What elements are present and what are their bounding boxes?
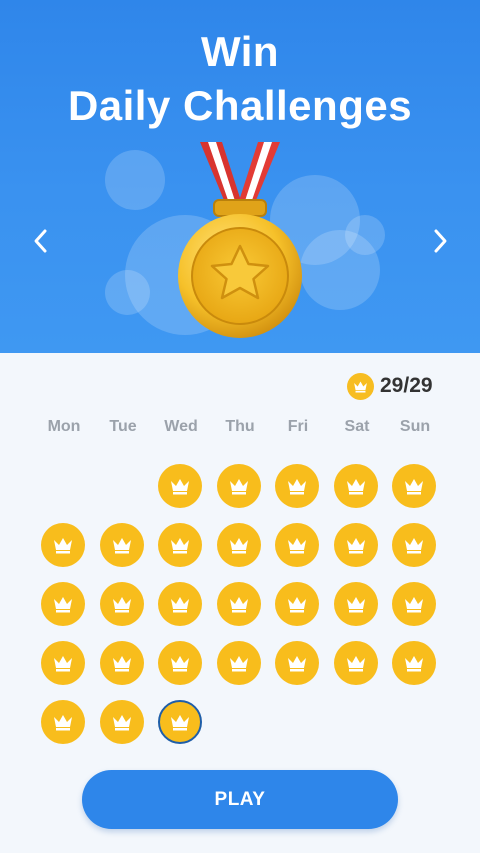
weekday-sun: Sun [399,418,431,435]
calendar-day-coin[interactable] [334,641,378,685]
progress-counter: 29/29 [347,372,433,400]
hero-banner: Win Daily Challenges [0,0,480,353]
calendar-day-coin[interactable] [392,641,436,685]
calendar-day-coin[interactable] [275,523,319,567]
calendar-day-coin[interactable] [334,523,378,567]
calendar-day-coin[interactable] [217,582,261,626]
crown-icon [113,715,131,731]
gold-medal-star-icon [178,142,302,338]
weekday-sat: Sat [344,418,370,435]
crown-icon [230,597,248,613]
crown-icon [405,538,423,554]
crown-icon [288,538,306,554]
weekday-tue: Tue [109,418,137,435]
crown-icon [405,479,423,495]
chevron-left-icon [34,229,47,253]
crown-icon [171,479,189,495]
crown-coin-icon [347,372,374,400]
chevron-right-icon [434,229,447,253]
calendar-day-coin[interactable] [100,641,144,685]
calendar-day-coin[interactable] [275,641,319,685]
decor-bubble [345,215,385,255]
crown-icon [54,538,72,554]
crown-icon [405,656,423,672]
weekday-thu: Thu [225,418,255,435]
crown-icon [288,479,306,495]
calendar-day-coin[interactable] [217,523,261,567]
decor-bubble [105,270,150,315]
crown-icon [54,656,72,672]
calendar-day-coin[interactable] [158,582,202,626]
calendar-day-coin[interactable] [158,641,202,685]
calendar-day-coin[interactable] [392,523,436,567]
calendar-day-coin[interactable] [100,582,144,626]
weekday-fri: Fri [287,418,309,435]
crown-icon [347,538,365,554]
crown-icon [230,479,248,495]
calendar-day-coin[interactable] [158,523,202,567]
weekday-wed: Wed [164,418,198,435]
calendar-day-coin[interactable] [217,641,261,685]
weekday-mon: Mon [47,418,81,435]
calendar-day-coin[interactable] [41,523,85,567]
crown-icon [347,479,365,495]
title-line-2: Daily Challenges [67,82,413,129]
crown-icon [347,597,365,613]
crown-icon [288,656,306,672]
crown-icon [171,538,189,554]
calendar-day-coin[interactable] [41,582,85,626]
calendar-day-coin[interactable] [392,464,436,508]
progress-text: 29/29 [380,374,433,397]
decor-bubble [105,150,165,210]
crown-icon [54,715,72,731]
crown-icon [347,656,365,672]
crown-icon [230,538,248,554]
calendar-day-coin[interactable] [334,582,378,626]
crown-icon [113,538,131,554]
calendar-day-coin[interactable] [392,582,436,626]
crown-icon [230,656,248,672]
calendar-day-coin[interactable] [100,523,144,567]
calendar-day-coin[interactable] [275,582,319,626]
crown-icon [288,597,306,613]
calendar-day-coin[interactable] [41,641,85,685]
crown-icon [171,656,189,672]
prev-button[interactable] [27,226,55,256]
play-button[interactable]: PLAY [82,770,398,829]
crown-icon [171,715,189,731]
crown-icon [171,597,189,613]
calendar-day-coin[interactable] [158,464,202,508]
crown-icon [54,597,72,613]
crown-icon [113,656,131,672]
crown-icon [405,597,423,613]
next-button[interactable] [426,226,454,256]
calendar-day-coin[interactable] [275,464,319,508]
title-line-1: Win [200,28,280,75]
calendar-day-coin[interactable] [41,700,85,744]
crown-icon [113,597,131,613]
calendar-day-coin[interactable] [334,464,378,508]
calendar-day-coin[interactable] [158,700,202,744]
calendar-day-coin[interactable] [217,464,261,508]
calendar-day-coin[interactable] [100,700,144,744]
